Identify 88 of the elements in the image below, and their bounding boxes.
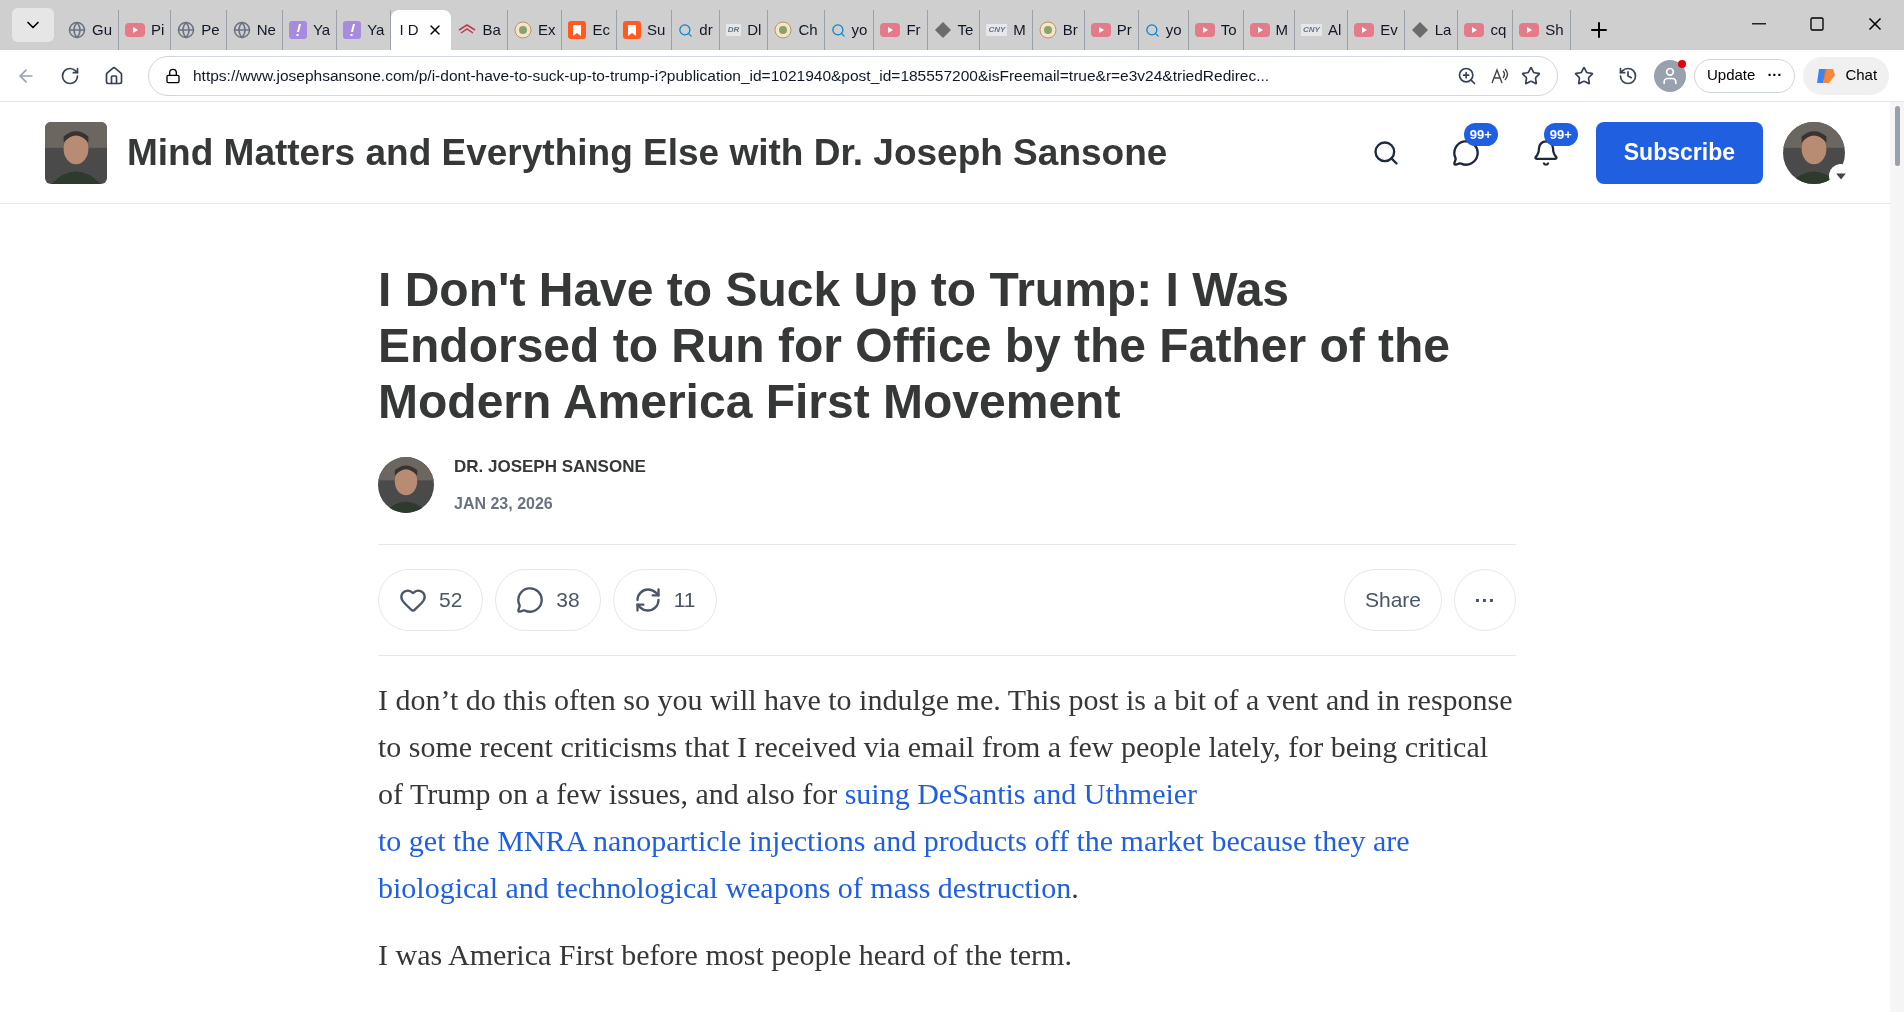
chat-icon[interactable] — [1451, 138, 1480, 167]
restack-icon — [633, 585, 662, 614]
update-label: Update — [1707, 65, 1756, 86]
seal-icon — [774, 21, 793, 39]
tab-label: Ya — [367, 19, 385, 40]
tab-label: Al — [1327, 19, 1342, 40]
browser-tab[interactable]: I D — [391, 10, 451, 50]
tab-label: Pi — [151, 19, 165, 40]
tab-label: Br — [1062, 19, 1078, 40]
chat-button[interactable]: Chat — [1803, 56, 1890, 95]
subscribe-button[interactable]: Subscribe — [1595, 121, 1763, 184]
globe-icon — [232, 21, 251, 39]
count-badge: 99+ — [1463, 122, 1498, 146]
video-play-icon — [1464, 23, 1485, 37]
tab-label: Fr — [906, 19, 921, 40]
seal-icon — [513, 21, 532, 39]
notification-bell-icon[interactable] — [1531, 138, 1560, 167]
count-badge: 99+ — [1543, 122, 1578, 146]
tab-label: Pe — [201, 19, 220, 40]
tab-label: cq — [1490, 19, 1507, 40]
article-link[interactable]: to get the MNRA nanoparticle injections and products off the market because they are — [378, 823, 1410, 857]
tab-label: Ch — [798, 19, 818, 40]
video-play-icon — [1354, 23, 1375, 37]
site-icon: CNY — [1301, 24, 1322, 36]
star-list-icon — [1574, 65, 1594, 86]
tab-label: I D — [399, 19, 419, 40]
tab-label: La — [1434, 19, 1452, 40]
tab-label: yo — [1165, 19, 1182, 40]
favorite-star-icon[interactable] — [1521, 65, 1541, 86]
author-name[interactable]: DR. JOSEPH SANSONE — [454, 454, 646, 480]
tab-label: Pr — [1116, 19, 1132, 40]
globe-icon — [68, 21, 86, 39]
globe-icon — [177, 21, 196, 39]
video-play-icon — [1194, 23, 1215, 37]
person-icon — [1660, 65, 1680, 86]
site-icon: DR — [725, 24, 742, 36]
tab-label: Ev — [1380, 19, 1398, 40]
tab-label: M — [1275, 19, 1288, 40]
body-paragraph: I was America First before most people heard of the term. — [378, 936, 1073, 973]
publication-title[interactable]: Mind Matters and Everything Else with Dr. Joseph Sansone — [127, 124, 1168, 181]
bookmark-icon — [622, 21, 641, 39]
search-icon — [1144, 22, 1160, 38]
home-icon — [104, 65, 124, 86]
tab-label: To — [1220, 19, 1237, 40]
exclamation-icon — [288, 21, 307, 39]
post-date: JAN 23, 2026 — [454, 493, 554, 514]
tab-label: yo — [851, 19, 868, 40]
tab-label: M — [1013, 19, 1026, 40]
video-play-icon — [1519, 23, 1540, 37]
bookmark-icon — [568, 21, 587, 39]
tab-label: Su — [646, 19, 666, 40]
article-link[interactable]: biological and technological weapons of mass destruction — [378, 870, 1072, 904]
url-text: https://www.josephsansone.com/p/i-dont-have-to-suck-up-to-trump-i?publication_id=1021940&post_id=185557200&isFreemail=true&r=e3v24&triedRedirec... — [193, 65, 1271, 86]
search-icon — [830, 22, 846, 38]
video-play-icon — [1249, 23, 1270, 37]
video-play-icon — [880, 23, 901, 37]
seal-icon — [1038, 21, 1057, 39]
video-play-icon — [125, 23, 145, 37]
search-icon[interactable] — [1371, 138, 1400, 167]
zoom-in-icon[interactable] — [1457, 65, 1477, 86]
diamond-icon — [933, 21, 952, 39]
maximize-icon — [1809, 16, 1825, 32]
tab-label: Gu — [92, 19, 112, 40]
more-label[interactable]: ··· — [1767, 64, 1783, 87]
diamond-icon — [1410, 21, 1429, 39]
video-play-icon — [1090, 23, 1111, 37]
chevron-stripes-icon — [456, 24, 477, 36]
body-paragraph: I don’t do this often so you will have to indulge me. This post is a bit of a vent and in response to some recent criticisms that I received via email from a few people lately, for being critical of Trump on a few issues, and also for suing DeSantis and Uthmeier to get the MNRA nanoparticle injections and products off the market because they are biological and technological weapons of mass destruction. — [378, 681, 1514, 906]
tab-label: Ex — [537, 19, 556, 40]
search-icon — [678, 22, 694, 38]
tab-label: Ec — [592, 19, 610, 40]
refresh-icon — [60, 65, 80, 86]
article-link[interactable]: suing DeSantis and Uthmeier — [844, 776, 1198, 810]
post-title: I Don't Have to Suck Up to Trump: I Was Endorsed to Run for Office by the Father of the Modern America First Movement — [378, 262, 1452, 430]
tab-label: Ba — [482, 19, 501, 40]
exclamation-icon — [343, 21, 362, 39]
history-icon — [1618, 65, 1638, 86]
profile-button[interactable] — [1654, 59, 1686, 92]
tab-label: Ya — [312, 19, 331, 40]
minimize-icon — [1752, 23, 1766, 25]
site-icon: CNY — [986, 24, 1008, 36]
tab-label: dr — [699, 19, 713, 40]
tab-label: Ne — [256, 19, 276, 40]
tab-label: Dl — [747, 19, 762, 40]
tab-label: Sh — [1545, 19, 1564, 40]
tab-label: Te — [957, 19, 974, 40]
lock-icon — [165, 67, 181, 84]
comment-icon — [516, 585, 545, 614]
